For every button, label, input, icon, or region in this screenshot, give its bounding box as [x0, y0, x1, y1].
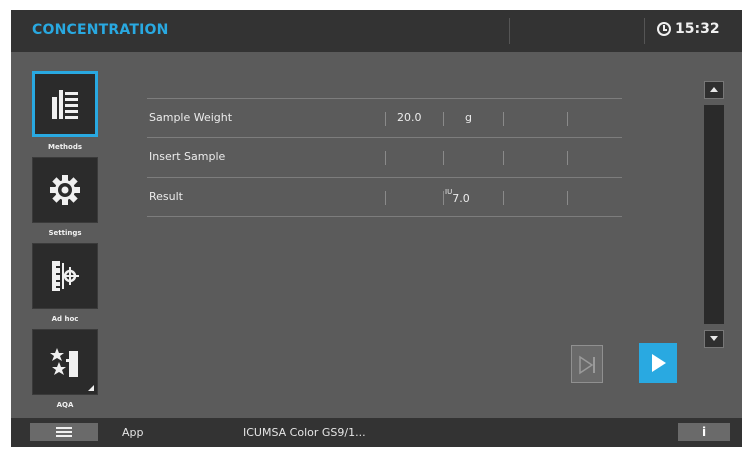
- column-divider: [503, 151, 504, 165]
- sidebar-item-settings[interactable]: [32, 157, 98, 223]
- clock-display: 15:32: [657, 21, 720, 37]
- sample-weight-value: 20.0: [397, 111, 422, 124]
- hamburger-menu-icon: [56, 427, 72, 429]
- column-divider: [443, 151, 444, 165]
- corner-indicator: [88, 385, 94, 391]
- scrollbar-track[interactable]: [704, 105, 724, 324]
- hamburger-menu-icon: [56, 435, 72, 437]
- footer-app-label: App: [122, 426, 144, 439]
- result-unit: IU7.0: [445, 188, 470, 205]
- row-label: Insert Sample: [149, 150, 226, 163]
- column-divider: [443, 191, 444, 205]
- footer-bar: App ICUMSA Color GS9/1... i: [11, 418, 742, 447]
- column-divider: [385, 151, 386, 165]
- row-label: Sample Weight: [149, 111, 233, 124]
- table-row[interactable]: Sample Weight 20.0 g: [147, 99, 622, 137]
- column-divider: [385, 112, 386, 126]
- column-divider: [503, 112, 504, 126]
- column-divider: [503, 191, 504, 205]
- skip-button[interactable]: [571, 345, 603, 383]
- table-row[interactable]: Result IU7.0: [147, 178, 622, 216]
- skip-next-icon: [579, 355, 595, 375]
- table-row[interactable]: Insert Sample: [147, 138, 622, 176]
- sidebar-label-adhoc: Ad hoc: [51, 315, 79, 323]
- column-divider: [567, 151, 568, 165]
- sidebar-item-aqa[interactable]: [32, 329, 98, 395]
- gear-icon: [50, 175, 80, 205]
- scroll-down-button[interactable]: [704, 330, 724, 348]
- footer-method-name: ICUMSA Color GS9/1...: [243, 426, 366, 439]
- sidebar-label-methods: Methods: [47, 143, 83, 151]
- adhoc-measure-icon: [52, 261, 79, 291]
- aqa-stars-icon: [50, 348, 78, 377]
- sample-weight-unit: g: [465, 111, 472, 124]
- column-divider: [443, 112, 444, 126]
- page-title: CONCENTRATION: [32, 22, 169, 38]
- methods-list-icon: [52, 90, 78, 119]
- table-divider: [147, 216, 622, 217]
- column-divider: [567, 112, 568, 126]
- header-divider: [644, 18, 645, 44]
- header-divider: [509, 18, 510, 44]
- row-label: Result: [149, 190, 183, 203]
- column-divider: [385, 191, 386, 205]
- app-screen: CONCENTRATION 15:32 Methods Settings Ad …: [11, 10, 742, 447]
- sidebar-label-settings: Settings: [48, 229, 82, 237]
- clock-icon: [657, 22, 671, 36]
- sidebar-label-aqa: AQA: [56, 401, 74, 409]
- header-bar: CONCENTRATION 15:32: [11, 10, 742, 52]
- column-divider: [567, 191, 568, 205]
- clock-time: 15:32: [675, 21, 720, 37]
- info-button[interactable]: i: [678, 423, 730, 441]
- sidebar-item-methods[interactable]: [32, 71, 98, 137]
- scroll-up-button[interactable]: [704, 81, 724, 99]
- menu-button[interactable]: [30, 423, 98, 441]
- start-measurement-button[interactable]: [639, 343, 677, 383]
- sidebar-item-adhoc[interactable]: [32, 243, 98, 309]
- hamburger-menu-icon: [56, 431, 72, 433]
